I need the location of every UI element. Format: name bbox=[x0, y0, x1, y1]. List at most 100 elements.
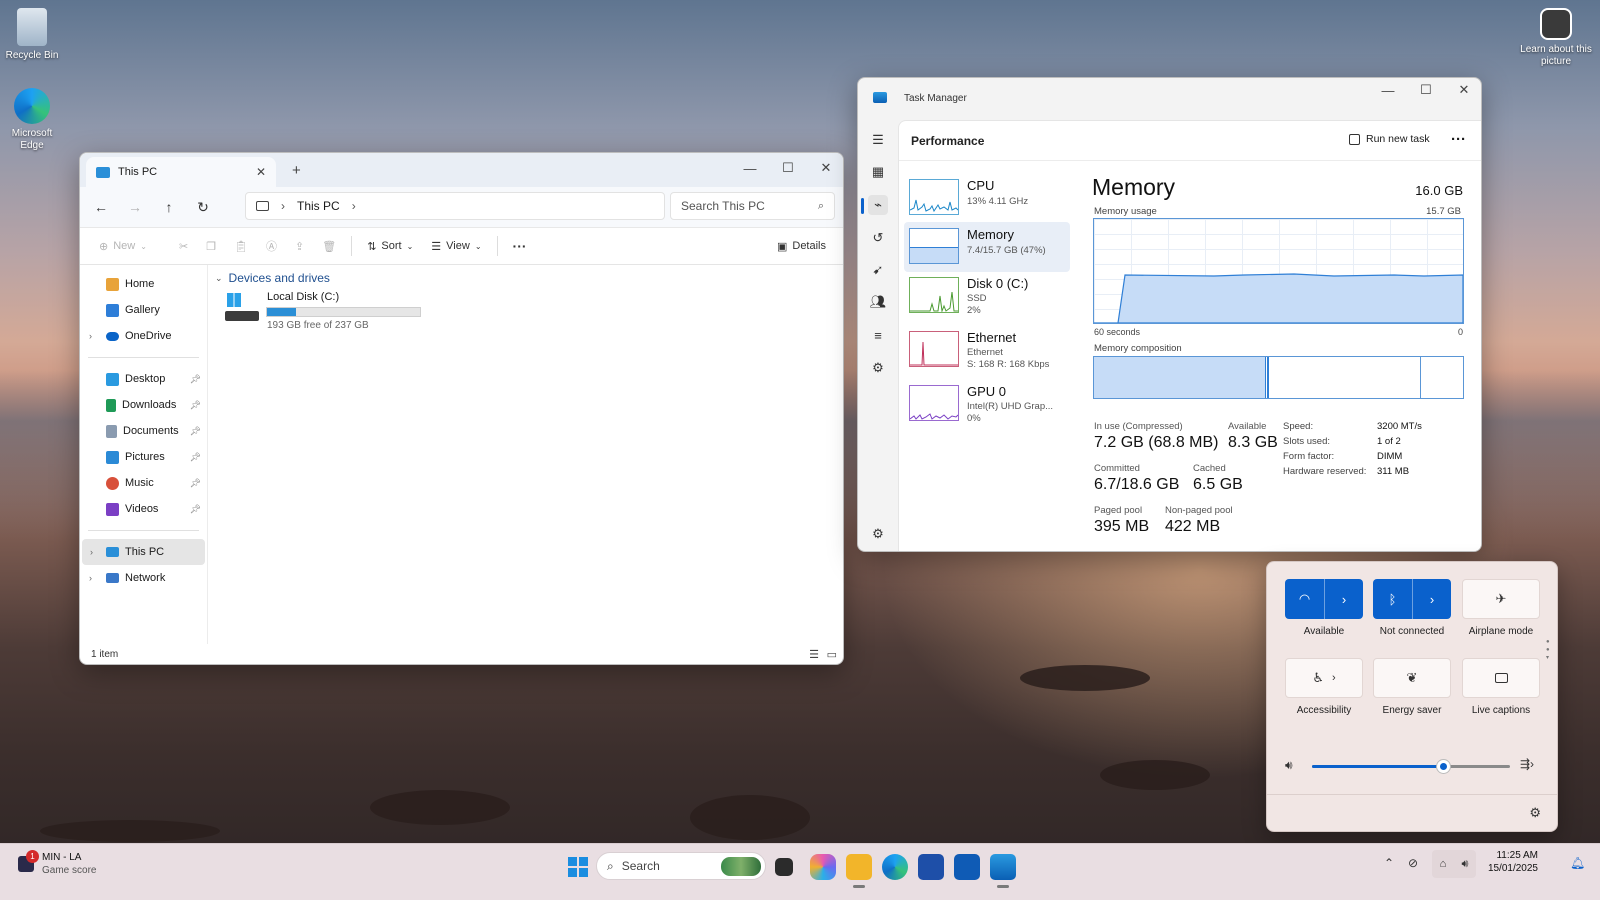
tiles-view-icon[interactable]: ▭ bbox=[827, 648, 837, 661]
close-tab-icon[interactable]: ✕ bbox=[256, 165, 266, 179]
details-button[interactable]: ▣ Details bbox=[770, 232, 833, 260]
view-button[interactable]: ☰ View ⌄ bbox=[424, 232, 488, 260]
minimize-button[interactable]: — bbox=[731, 153, 769, 183]
run-new-task-button[interactable]: Run new task bbox=[1349, 133, 1430, 145]
close-button[interactable]: ✕ bbox=[807, 153, 843, 183]
back-button[interactable]: ← bbox=[84, 192, 118, 222]
paste-icon[interactable]: 📋︎ bbox=[227, 232, 255, 260]
task-manager-titlebar: Task Manager — ☐ ✕ bbox=[858, 78, 1481, 120]
nav-item-documents[interactable]: Documents 📌︎ bbox=[80, 418, 207, 444]
nav-item-downloads[interactable]: Downloads 📌︎ bbox=[80, 392, 207, 418]
services-icon[interactable]: ⚙ bbox=[868, 358, 888, 378]
clock[interactable]: 11:25 AM 15/01/2025 bbox=[1480, 850, 1538, 874]
show-hidden-icons-chevron-icon[interactable]: ⌃ bbox=[1384, 856, 1394, 870]
users-icon[interactable]: 👥︎ bbox=[868, 292, 888, 312]
page-indicator-dots[interactable]: ● ● ▾ bbox=[1546, 638, 1550, 662]
app-history-icon[interactable]: ↺ bbox=[868, 228, 888, 248]
divider bbox=[88, 357, 199, 358]
chevron-right-icon[interactable]: › bbox=[1413, 592, 1451, 607]
more-options-icon[interactable]: ··· bbox=[1451, 131, 1466, 148]
taskbar-search-box[interactable]: ⌕ Search bbox=[596, 852, 766, 880]
maximize-button[interactable]: ☐ bbox=[1407, 78, 1445, 105]
new-button[interactable]: ⊕ New ⌄ bbox=[92, 232, 154, 260]
game-widget[interactable]: 1 MIN - LA Game score bbox=[16, 850, 136, 880]
desktop-icon-edge[interactable]: Microsoft Edge bbox=[0, 88, 64, 152]
details-icon[interactable]: ≡ bbox=[868, 325, 888, 345]
volume-slider[interactable] bbox=[1312, 760, 1510, 773]
nav-item-onedrive[interactable]: › OneDrive bbox=[80, 323, 207, 349]
network-disconnected-icon[interactable]: ⊘ bbox=[1408, 856, 1418, 870]
edge-label: Microsoft Edge bbox=[11, 128, 53, 151]
expand-chevron-icon[interactable]: › bbox=[89, 573, 92, 583]
task-manager-taskbar-icon[interactable] bbox=[990, 854, 1016, 880]
volume-slider-thumb[interactable] bbox=[1436, 760, 1450, 773]
live-captions-tile[interactable] bbox=[1462, 658, 1540, 698]
volume-icon[interactable]: 🔊︎ bbox=[1285, 758, 1293, 773]
cut-icon[interactable]: ✂ bbox=[172, 232, 195, 260]
perf-item-memory[interactable]: Memory 7.4/15.7 GB (47%) bbox=[904, 222, 1070, 272]
chevron-down-icon: ⌄ bbox=[406, 241, 414, 251]
rename-icon[interactable]: Ⓐ bbox=[259, 232, 284, 260]
search-input[interactable]: Search This PC ⌕ bbox=[670, 192, 835, 220]
refresh-button[interactable]: ↻ bbox=[186, 192, 220, 222]
copilot-icon[interactable] bbox=[810, 854, 836, 880]
tab-this-pc[interactable]: This PC ✕ bbox=[86, 157, 276, 187]
nav-item-desktop[interactable]: Desktop 📌︎ bbox=[80, 366, 207, 392]
airplane-mode-tile[interactable]: ✈ bbox=[1462, 579, 1540, 619]
nav-item-gallery[interactable]: Gallery bbox=[80, 297, 207, 323]
desktop-icon-learn-about[interactable]: Learn about this picture bbox=[1520, 8, 1592, 68]
perf-item-cpu[interactable]: CPU 13% 4.11 GHz bbox=[904, 173, 1070, 223]
chevron-right-icon[interactable]: › bbox=[1325, 592, 1363, 607]
audio-output-icon[interactable]: ⇶› bbox=[1520, 757, 1534, 771]
new-tab-button[interactable]: + bbox=[292, 162, 301, 179]
nav-item-music[interactable]: Music 📌︎ bbox=[80, 470, 207, 496]
details-view-icon[interactable]: ☰ bbox=[809, 648, 819, 661]
desktop-icon-recycle-bin[interactable]: Recycle Bin bbox=[0, 8, 64, 62]
hamburger-menu-icon[interactable]: ☰ bbox=[868, 130, 888, 150]
startup-apps-icon[interactable]: ➹ bbox=[868, 260, 888, 280]
settings-gear-icon[interactable]: ⚙ bbox=[1529, 805, 1541, 821]
nav-item-this-pc[interactable]: › This PC bbox=[82, 539, 205, 565]
quick-settings-button[interactable]: ⌂ 🔊︎ bbox=[1432, 850, 1476, 878]
start-button[interactable] bbox=[565, 854, 591, 880]
minimize-button[interactable]: — bbox=[1369, 78, 1407, 105]
energy-saver-tile[interactable]: ❦ bbox=[1373, 658, 1451, 698]
sort-label: Sort bbox=[381, 240, 402, 252]
forward-button[interactable]: → bbox=[118, 192, 152, 222]
sort-button[interactable]: ⇅ Sort ⌄ bbox=[360, 232, 420, 260]
nav-item-pictures[interactable]: Pictures 📌︎ bbox=[80, 444, 207, 470]
task-view-icon[interactable] bbox=[775, 858, 793, 876]
edge-taskbar-icon[interactable] bbox=[882, 854, 908, 880]
share-icon[interactable]: ⇪ bbox=[288, 232, 311, 260]
perf-item-disk[interactable]: Disk 0 (C:) SSD 2% bbox=[904, 271, 1070, 321]
accessibility-tile[interactable]: ♿︎ › bbox=[1285, 658, 1363, 698]
settings-gear-icon[interactable]: ⚙ bbox=[868, 524, 888, 544]
delete-icon[interactable]: 🗑︎ bbox=[315, 232, 343, 260]
address-box[interactable]: › This PC › bbox=[245, 192, 665, 220]
nav-item-home[interactable]: Home bbox=[80, 271, 207, 297]
nav-item-network[interactable]: › Network bbox=[80, 565, 207, 591]
performance-icon[interactable]: ⌁ bbox=[868, 195, 888, 215]
drive-item-local-disk[interactable]: Local Disk (C:) 193 GB free of 237 GB bbox=[225, 291, 425, 331]
windows-drive-icon bbox=[225, 293, 259, 323]
copy-icon[interactable]: ❐ bbox=[199, 232, 223, 260]
perf-item-gpu[interactable]: GPU 0 Intel(R) UHD Grap... 0% bbox=[904, 379, 1070, 429]
processes-icon[interactable]: ▦ bbox=[868, 162, 888, 182]
expand-chevron-icon[interactable]: › bbox=[90, 547, 93, 557]
file-explorer-icon[interactable] bbox=[846, 854, 872, 880]
nav-item-videos[interactable]: Videos 📌︎ bbox=[80, 496, 207, 522]
close-button[interactable]: ✕ bbox=[1445, 78, 1481, 105]
bluetooth-tile[interactable]: ᛒ › bbox=[1373, 579, 1451, 619]
notification-bell-icon[interactable]: 🔔︎ bbox=[1570, 856, 1585, 870]
perf-item-ethernet[interactable]: Ethernet Ethernet S: 168 R: 168 Kbps bbox=[904, 325, 1070, 375]
outlook-icon[interactable] bbox=[954, 854, 980, 880]
section-header-devices[interactable]: ⌄ Devices and drives bbox=[215, 271, 330, 285]
more-options-icon[interactable]: ··· bbox=[506, 232, 534, 260]
microsoft-store-icon[interactable] bbox=[918, 854, 944, 880]
expand-chevron-icon[interactable]: › bbox=[89, 331, 92, 341]
wifi-tile[interactable]: ◠ › bbox=[1285, 579, 1363, 619]
breadcrumb[interactable]: This PC bbox=[297, 199, 340, 213]
drive-name: Local Disk (C:) bbox=[267, 291, 340, 303]
maximize-button[interactable]: ☐ bbox=[769, 153, 807, 183]
up-button[interactable]: ↑ bbox=[152, 192, 186, 222]
